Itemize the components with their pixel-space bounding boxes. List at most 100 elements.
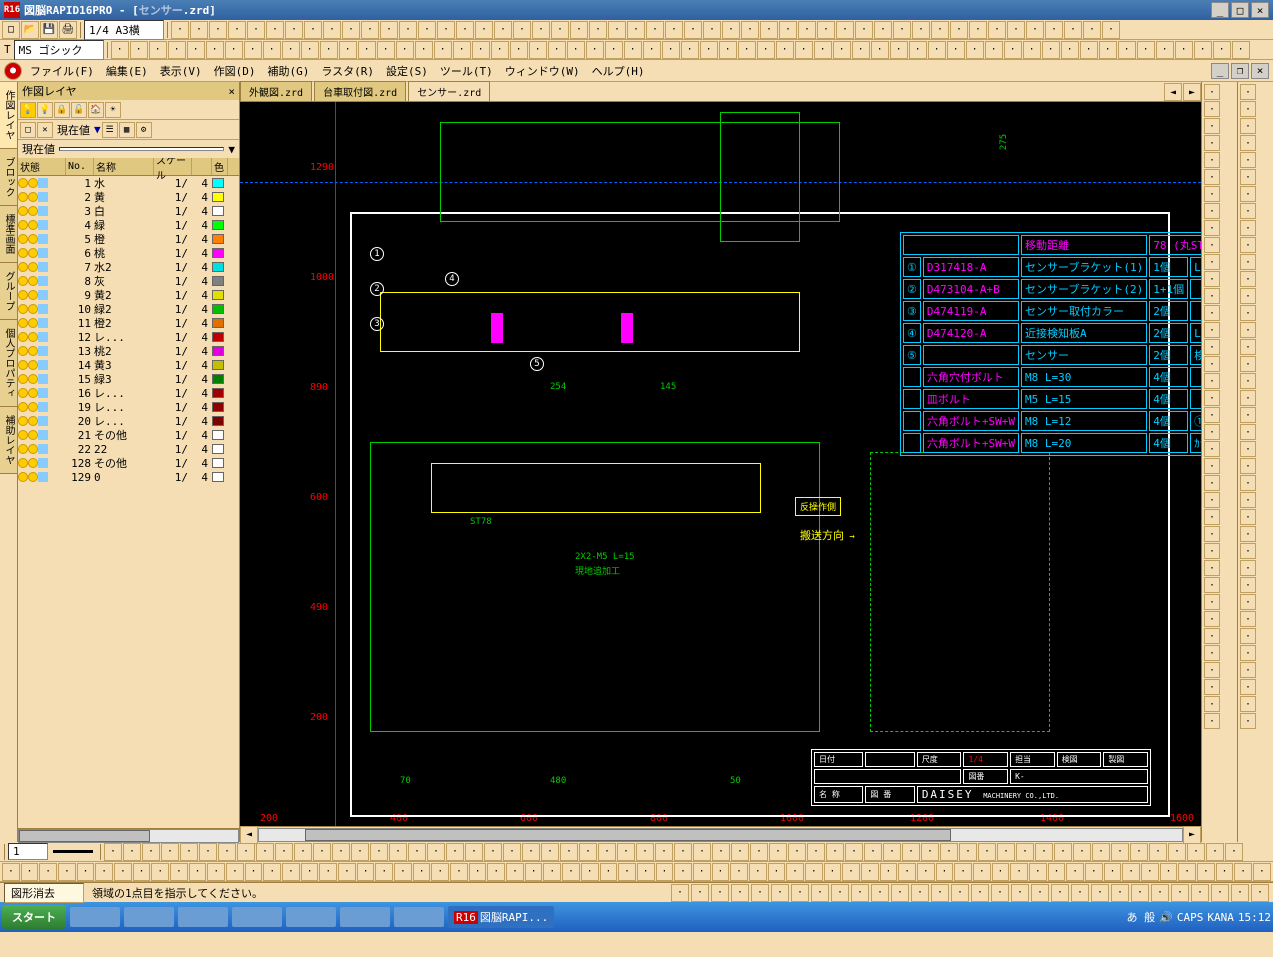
bulb-icon[interactable] xyxy=(28,374,38,384)
current-value-input[interactable] xyxy=(59,147,224,151)
btoolbar2-btn-23[interactable]: · xyxy=(431,863,449,881)
btoolbar1-btn-13[interactable]: · xyxy=(351,843,369,861)
toolbar2-btn-20[interactable]: · xyxy=(491,41,509,59)
status-btn-5[interactable]: · xyxy=(771,884,789,902)
lock-icon[interactable] xyxy=(38,206,48,216)
layer-row[interactable]: 21その他1/4 xyxy=(18,428,239,442)
btoolbar2-btn-26[interactable]: · xyxy=(487,863,505,881)
toolbar2-btn-27[interactable]: · xyxy=(624,41,642,59)
right-tool-rtb2-26[interactable]: · xyxy=(1240,526,1256,542)
status-btn-18[interactable]: · xyxy=(1031,884,1049,902)
layer-row[interactable]: 6桃1/4 xyxy=(18,246,239,260)
toolbar1-btn-23[interactable]: · xyxy=(608,21,626,39)
status-btn-11[interactable]: · xyxy=(891,884,909,902)
lock-icon[interactable] xyxy=(38,192,48,202)
right-tool-rtb2-8[interactable]: · xyxy=(1240,220,1256,236)
toolbar2-btn-33[interactable]: · xyxy=(738,41,756,59)
layer-color-swatch[interactable] xyxy=(212,374,224,384)
right-tool-rtb1-16[interactable]: · xyxy=(1204,356,1220,372)
bulb-icon[interactable] xyxy=(28,304,38,314)
btoolbar2-btn-8[interactable]: · xyxy=(151,863,169,881)
toolbar2-btn-7[interactable]: · xyxy=(244,41,262,59)
toolbar2-btn-47[interactable]: · xyxy=(1004,41,1022,59)
lock-icon[interactable] xyxy=(38,444,48,454)
toolbar2-btn-21[interactable]: · xyxy=(510,41,528,59)
right-tool-rtb1-1[interactable]: · xyxy=(1204,101,1220,117)
tab-next-icon[interactable]: ► xyxy=(1183,83,1201,101)
btoolbar1-btn-53[interactable]: · xyxy=(1111,843,1129,861)
tray-icon[interactable]: 🔊 xyxy=(1159,911,1173,924)
layer-row[interactable]: 19レ...1/4 xyxy=(18,400,239,414)
layer-grid-icon[interactable]: ▦ xyxy=(119,122,135,138)
layer-row[interactable]: 11橙21/4 xyxy=(18,316,239,330)
toolbar2-btn-26[interactable]: · xyxy=(605,41,623,59)
right-tool-rtb1-13[interactable]: · xyxy=(1204,305,1220,321)
btoolbar1-btn-44[interactable]: · xyxy=(940,843,958,861)
btoolbar2-btn-12[interactable]: · xyxy=(226,863,244,881)
toolbar1-btn-24[interactable]: · xyxy=(627,21,645,39)
btoolbar1-btn-12[interactable]: · xyxy=(332,843,350,861)
btoolbar2-btn-27[interactable]: · xyxy=(506,863,524,881)
side-tab-4[interactable]: 個人プロパティ xyxy=(0,320,17,407)
bulb-icon[interactable] xyxy=(18,346,28,356)
toolbar2-btn-18[interactable]: · xyxy=(453,41,471,59)
layer-tree-icon[interactable]: ☰ xyxy=(102,122,118,138)
toolbar2-btn-37[interactable]: · xyxy=(814,41,832,59)
toolbar1-btn-8[interactable]: · xyxy=(323,21,341,39)
toolbar2-btn-56[interactable]: · xyxy=(1175,41,1193,59)
btoolbar1-btn-31[interactable]: · xyxy=(693,843,711,861)
doc-tab[interactable]: 外観図.zrd xyxy=(240,81,312,101)
btoolbar1-btn-21[interactable]: · xyxy=(503,843,521,861)
bulb-icon[interactable] xyxy=(28,318,38,328)
right-tool-rtb2-28[interactable]: · xyxy=(1240,560,1256,576)
right-tool-rtb1-30[interactable]: · xyxy=(1204,594,1220,610)
col-no[interactable]: No. xyxy=(66,158,94,175)
btoolbar1-btn-6[interactable]: · xyxy=(218,843,236,861)
status-btn-24[interactable]: · xyxy=(1151,884,1169,902)
toolbar1-btn-11[interactable]: · xyxy=(380,21,398,39)
layer-row[interactable]: 14黄31/4 xyxy=(18,358,239,372)
btoolbar2-btn-17[interactable]: · xyxy=(319,863,337,881)
lock-icon[interactable] xyxy=(38,416,48,426)
btoolbar2-btn-18[interactable]: · xyxy=(338,863,356,881)
menu-ラスタ(R)[interactable]: ラスタ(R) xyxy=(315,63,380,80)
layer-color-swatch[interactable] xyxy=(212,416,224,426)
layer-row[interactable]: 2黄1/4 xyxy=(18,190,239,204)
right-tool-rtb2-10[interactable]: · xyxy=(1240,254,1256,270)
btoolbar2-btn-21[interactable]: · xyxy=(394,863,412,881)
bulb-icon[interactable] xyxy=(18,276,28,286)
btoolbar1-btn-22[interactable]: · xyxy=(522,843,540,861)
bulb-icon[interactable] xyxy=(28,220,38,230)
right-tool-rtb2-0[interactable]: · xyxy=(1240,84,1256,100)
btoolbar2-btn-57[interactable]: · xyxy=(1066,863,1084,881)
toolbar2-btn-51[interactable]: · xyxy=(1080,41,1098,59)
status-btn-21[interactable]: · xyxy=(1091,884,1109,902)
lock-icon[interactable] xyxy=(38,332,48,342)
btoolbar2-btn-58[interactable]: · xyxy=(1085,863,1103,881)
layer-color-swatch[interactable] xyxy=(212,472,224,482)
lock-icon[interactable] xyxy=(38,276,48,286)
toolbar1-btn-37[interactable]: · xyxy=(874,21,892,39)
toolbar1-btn-39[interactable]: · xyxy=(912,21,930,39)
layer-row[interactable]: 9黄21/4 xyxy=(18,288,239,302)
status-btn-20[interactable]: · xyxy=(1071,884,1089,902)
lock-icon[interactable] xyxy=(38,290,48,300)
layer-hscroll[interactable] xyxy=(18,829,239,843)
lock-icon[interactable] xyxy=(38,430,48,440)
toolbar1-btn-25[interactable]: · xyxy=(646,21,664,39)
right-tool-rtb1-32[interactable]: · xyxy=(1204,628,1220,644)
btoolbar2-btn-13[interactable]: · xyxy=(245,863,263,881)
toolbar2-btn-43[interactable]: · xyxy=(928,41,946,59)
bulb-icon[interactable] xyxy=(28,402,38,412)
right-tool-rtb1-10[interactable]: · xyxy=(1204,254,1220,270)
layer-color-swatch[interactable] xyxy=(212,332,224,342)
side-tab-5[interactable]: 補助レイヤ xyxy=(0,407,17,474)
right-tool-rtb2-19[interactable]: · xyxy=(1240,407,1256,423)
layer-color-swatch[interactable] xyxy=(212,430,224,440)
btoolbar1-btn-23[interactable]: · xyxy=(541,843,559,861)
btoolbar1-btn-1[interactable]: · xyxy=(123,843,141,861)
right-tool-rtb1-37[interactable]: · xyxy=(1204,713,1220,729)
right-tool-rtb1-28[interactable]: · xyxy=(1204,560,1220,576)
toolbar1-btn-0[interactable]: · xyxy=(171,21,189,39)
btoolbar1-btn-10[interactable]: · xyxy=(294,843,312,861)
